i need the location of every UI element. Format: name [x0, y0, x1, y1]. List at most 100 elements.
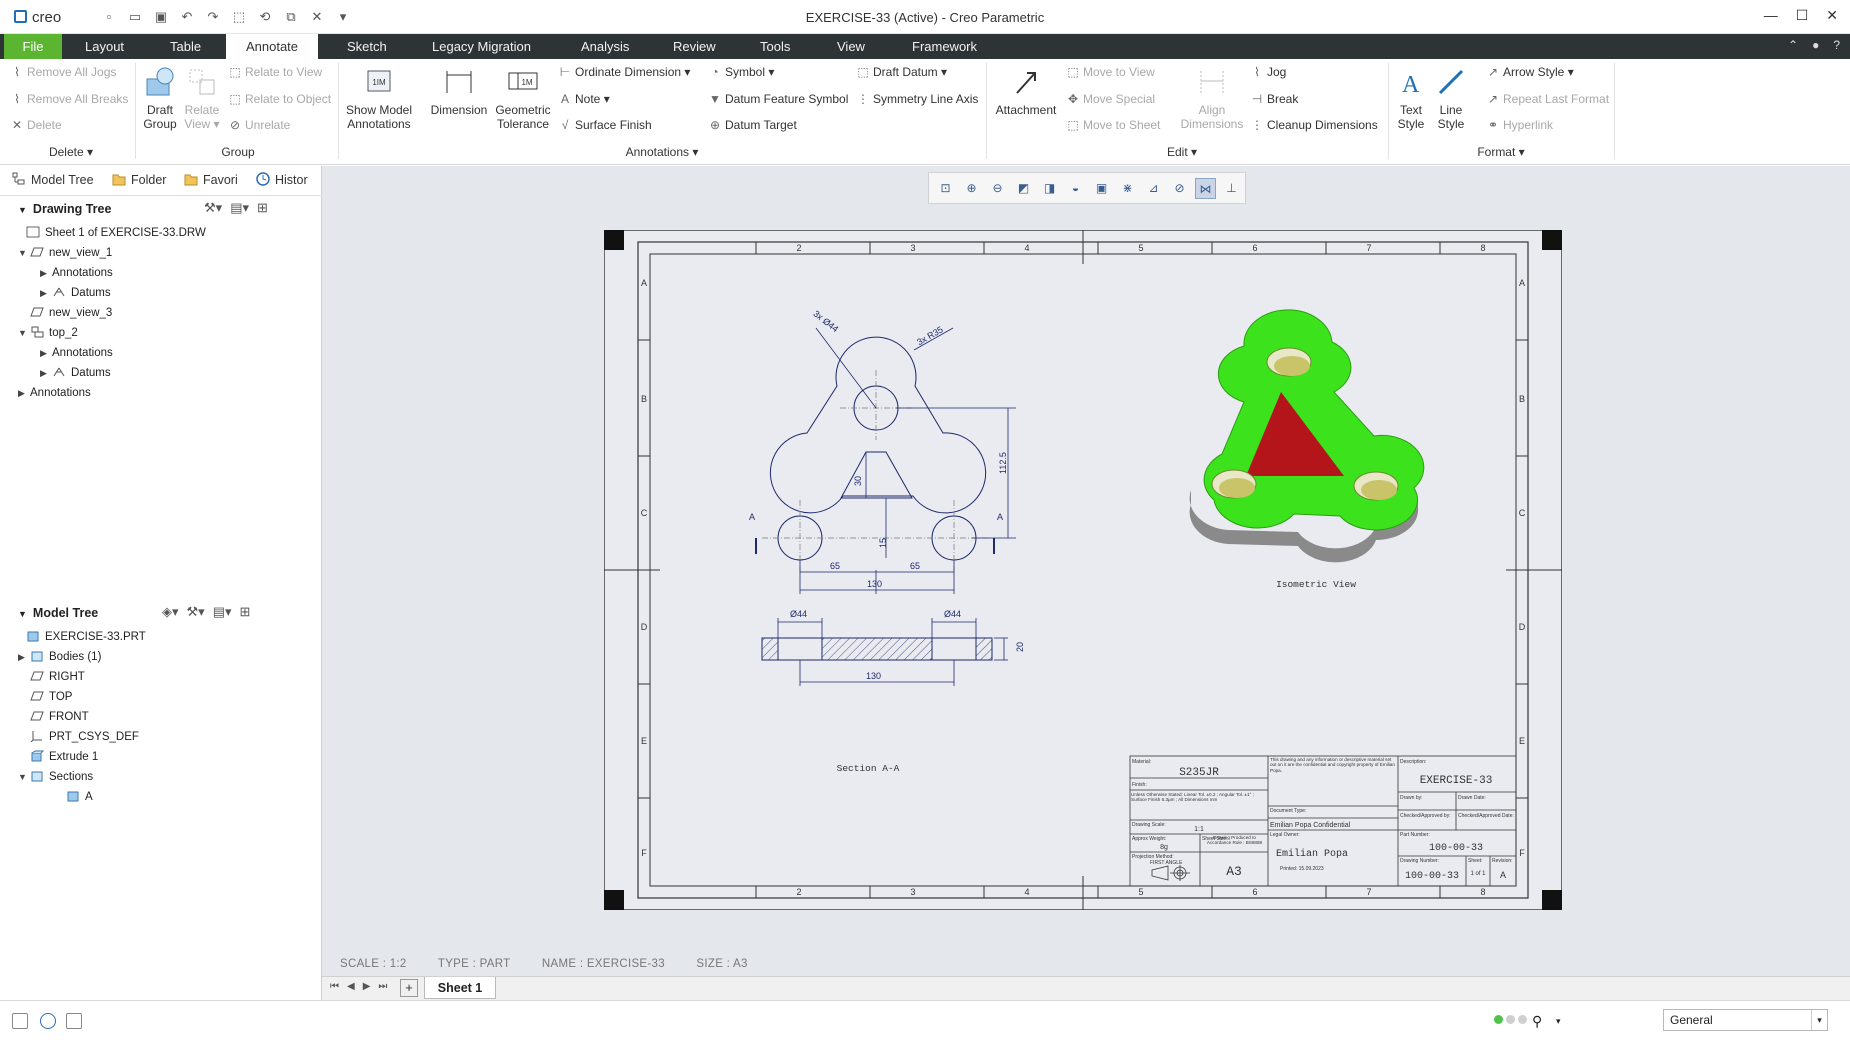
tab-model-tree[interactable]: Model Tree	[12, 172, 94, 187]
break-button[interactable]: ⊣ Break	[1250, 92, 1299, 106]
tab-legacy-migration[interactable]: Legacy Migration	[422, 34, 541, 59]
minimize-icon[interactable]: —	[1764, 7, 1778, 24]
maximize-icon[interactable]: ☐	[1796, 7, 1809, 24]
cleanup-dimensions-button[interactable]: ⋮ Cleanup Dimensions	[1250, 118, 1378, 132]
tab-framework[interactable]: Framework	[902, 34, 987, 59]
csys-display-icon[interactable]: ⋈	[1195, 177, 1216, 199]
remove-all-breaks-button[interactable]: ⌇ Remove All Breaks	[10, 92, 128, 106]
tab-view[interactable]: View	[827, 34, 875, 59]
dimension-button[interactable]: Dimension	[428, 65, 490, 117]
dim-overall-front[interactable]: 130	[867, 579, 882, 589]
tab-layout[interactable]: Layout	[75, 34, 134, 59]
tree-node-part[interactable]: EXERCISE-33.PRT	[14, 628, 146, 646]
model-tree-header[interactable]: ▼ Model Tree	[18, 606, 98, 620]
tree-columns-icon[interactable]: ⊞	[257, 200, 268, 216]
refit-icon[interactable]: ⊡	[935, 178, 956, 199]
draft-group-button[interactable]: Draft Group	[140, 65, 180, 131]
geometric-tolerance-button[interactable]: 1M Geometric Tolerance	[494, 65, 552, 131]
move-special-button[interactable]: ✥ Move Special	[1066, 92, 1155, 106]
tab-tools[interactable]: Tools	[750, 34, 800, 59]
move-to-view-button[interactable]: ⬚ Move to View	[1066, 65, 1154, 79]
tree-node-view[interactable]: ▼ top_2	[18, 324, 78, 342]
delete-button[interactable]: ✕ Delete	[10, 118, 62, 132]
show-navigator-icon[interactable]	[12, 1013, 28, 1029]
dim-overall-section[interactable]: 130	[866, 671, 881, 681]
model-display-icon[interactable]: ◈▾	[162, 604, 179, 620]
datum-display-icon[interactable]: ⋇	[1117, 178, 1138, 199]
collapse-ribbon-icon[interactable]: ⌃	[1788, 38, 1798, 52]
tab-file[interactable]: File	[4, 34, 62, 59]
tree-node-sections[interactable]: ▼ Sections	[18, 768, 93, 786]
show-model-annotations-button[interactable]: 1IM Show Model Annotations	[342, 65, 416, 131]
full-screen-icon[interactable]	[66, 1013, 82, 1029]
annotation-display-icon[interactable]: ⊿	[1143, 178, 1164, 199]
format-group-label[interactable]: Format ▾	[1392, 145, 1610, 159]
symmetry-line-axis-button[interactable]: ⋮ Symmetry Line Axis	[856, 92, 978, 106]
add-sheet-button[interactable]: +	[400, 979, 418, 997]
last-sheet-icon[interactable]: ⏭	[378, 981, 387, 992]
tree-node-annotations[interactable]: ▶ Annotations	[18, 384, 91, 402]
tree-settings-icon[interactable]: ⚒▾	[187, 604, 205, 620]
tree-node-annotations[interactable]: ▶ Annotations	[40, 344, 113, 362]
tree-node-section-a[interactable]: A	[54, 788, 93, 806]
repaint-icon[interactable]: ◩	[1013, 178, 1034, 199]
jog-button[interactable]: ⌇ Jog	[1250, 65, 1286, 79]
tree-node-sheet[interactable]: Sheet 1 of EXERCISE-33.DRW	[14, 224, 206, 242]
axis-display-icon[interactable]: ⊥	[1221, 178, 1242, 199]
tree-filter-icon[interactable]: ▤▾	[230, 200, 249, 216]
relate-view-button[interactable]: Relate View ▾	[182, 65, 222, 131]
annotations-group-label[interactable]: Annotations ▾	[342, 145, 982, 159]
relate-to-object-button[interactable]: ⬚ Relate to Object	[228, 92, 331, 106]
dim-inner[interactable]: 30	[853, 476, 863, 486]
prev-sheet-icon[interactable]: ◀	[347, 981, 355, 992]
tree-node-datum-plane[interactable]: TOP	[18, 688, 72, 706]
line-style-button[interactable]: Line Style	[1432, 65, 1470, 131]
note-button[interactable]: A Note ▾	[558, 92, 610, 106]
tree-node-datums[interactable]: ▶ Datums	[40, 284, 111, 302]
tree-node-csys[interactable]: PRT_CSYS_DEF	[18, 728, 139, 746]
remove-all-jogs-button[interactable]: ⌇ Remove All Jogs	[10, 65, 116, 79]
dim-section-diameter-right[interactable]: Ø44	[944, 609, 961, 619]
dim-right-half[interactable]: 65	[910, 561, 920, 571]
tab-annotate[interactable]: Annotate	[226, 34, 318, 59]
tree-node-bodies[interactable]: ▶ Bodies (1)	[18, 648, 101, 666]
tree-node-datum-plane[interactable]: FRONT	[18, 708, 89, 726]
move-to-sheet-button[interactable]: ⬚ Move to Sheet	[1066, 118, 1160, 132]
datum-feature-symbol-button[interactable]: ▼ Datum Feature Symbol	[708, 92, 848, 106]
user-icon[interactable]: ●	[1812, 38, 1819, 52]
zoom-in-icon[interactable]: ⊕	[961, 178, 982, 199]
edit-group-label[interactable]: Edit ▾	[990, 145, 1374, 159]
unrelate-button[interactable]: ⊘ Unrelate	[228, 118, 290, 132]
browser-icon[interactable]	[40, 1013, 56, 1029]
drawing-sheet[interactable]: 2 3 4 5 6 7 8 2 3 4 5 6 7 8 A B C D E F …	[604, 230, 1562, 910]
dim-left-half[interactable]: 65	[830, 561, 840, 571]
arrow-style-button[interactable]: ↗ Arrow Style ▾	[1486, 65, 1574, 79]
tree-node-view[interactable]: new_view_3	[18, 304, 112, 322]
draft-datum-button[interactable]: ⬚ Draft Datum ▾	[856, 65, 947, 79]
help-icon[interactable]: ?	[1833, 38, 1840, 52]
section-marker-right[interactable]: A	[997, 512, 1003, 522]
relate-to-view-button[interactable]: ⬚ Relate to View	[228, 65, 322, 79]
saved-views-icon[interactable]: ◒	[1065, 178, 1086, 199]
section-marker-left[interactable]: A	[749, 512, 755, 522]
find-dropdown-icon[interactable]: ▾	[1556, 1013, 1572, 1029]
tree-node-datums[interactable]: ▶ Datums	[40, 364, 111, 382]
close-icon[interactable]: ✕	[1826, 7, 1838, 24]
tab-history[interactable]: Histor	[256, 172, 314, 187]
tab-table[interactable]: Table	[160, 34, 211, 59]
surface-finish-button[interactable]: √ Surface Finish	[558, 118, 652, 132]
dim-section-diameter-left[interactable]: Ø44	[790, 609, 807, 619]
sheet-tab[interactable]: Sheet 1	[424, 977, 496, 999]
datum-target-button[interactable]: ⊕ Datum Target	[708, 118, 797, 132]
tree-filter-icon[interactable]: ▤▾	[213, 604, 232, 620]
zoom-out-icon[interactable]: ⊖	[987, 178, 1008, 199]
tab-folder[interactable]: Folder	[112, 172, 170, 187]
point-display-icon[interactable]: ⊘	[1169, 178, 1190, 199]
tab-sketch[interactable]: Sketch	[337, 34, 397, 59]
hyperlink-button[interactable]: ⚭ Hyperlink	[1486, 118, 1553, 132]
delete-group-label[interactable]: Delete ▾	[10, 145, 132, 159]
ordinate-dimension-button[interactable]: ⊢ Ordinate Dimension ▾	[558, 65, 691, 79]
next-sheet-icon[interactable]: ▶	[363, 981, 371, 992]
dim-offset[interactable]: 15	[878, 538, 888, 548]
tree-columns-icon[interactable]: ⊞	[240, 604, 251, 620]
